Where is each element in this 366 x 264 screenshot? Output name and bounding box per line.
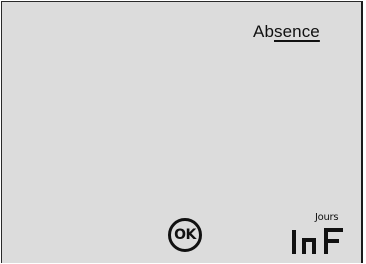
mode-title-underlined: sence (274, 22, 320, 41)
mode-title-prefix: Ab (253, 22, 274, 41)
segment-digits-icon (292, 228, 343, 254)
mode-title: Absence (253, 22, 320, 42)
days-unit-label: Jours (315, 212, 339, 223)
ok-button-label: OK (174, 227, 196, 243)
ok-button[interactable]: OK (168, 218, 202, 252)
thermostat-display: Absence OK Jours InF (1, 1, 363, 263)
days-value-display: InF (291, 225, 351, 255)
